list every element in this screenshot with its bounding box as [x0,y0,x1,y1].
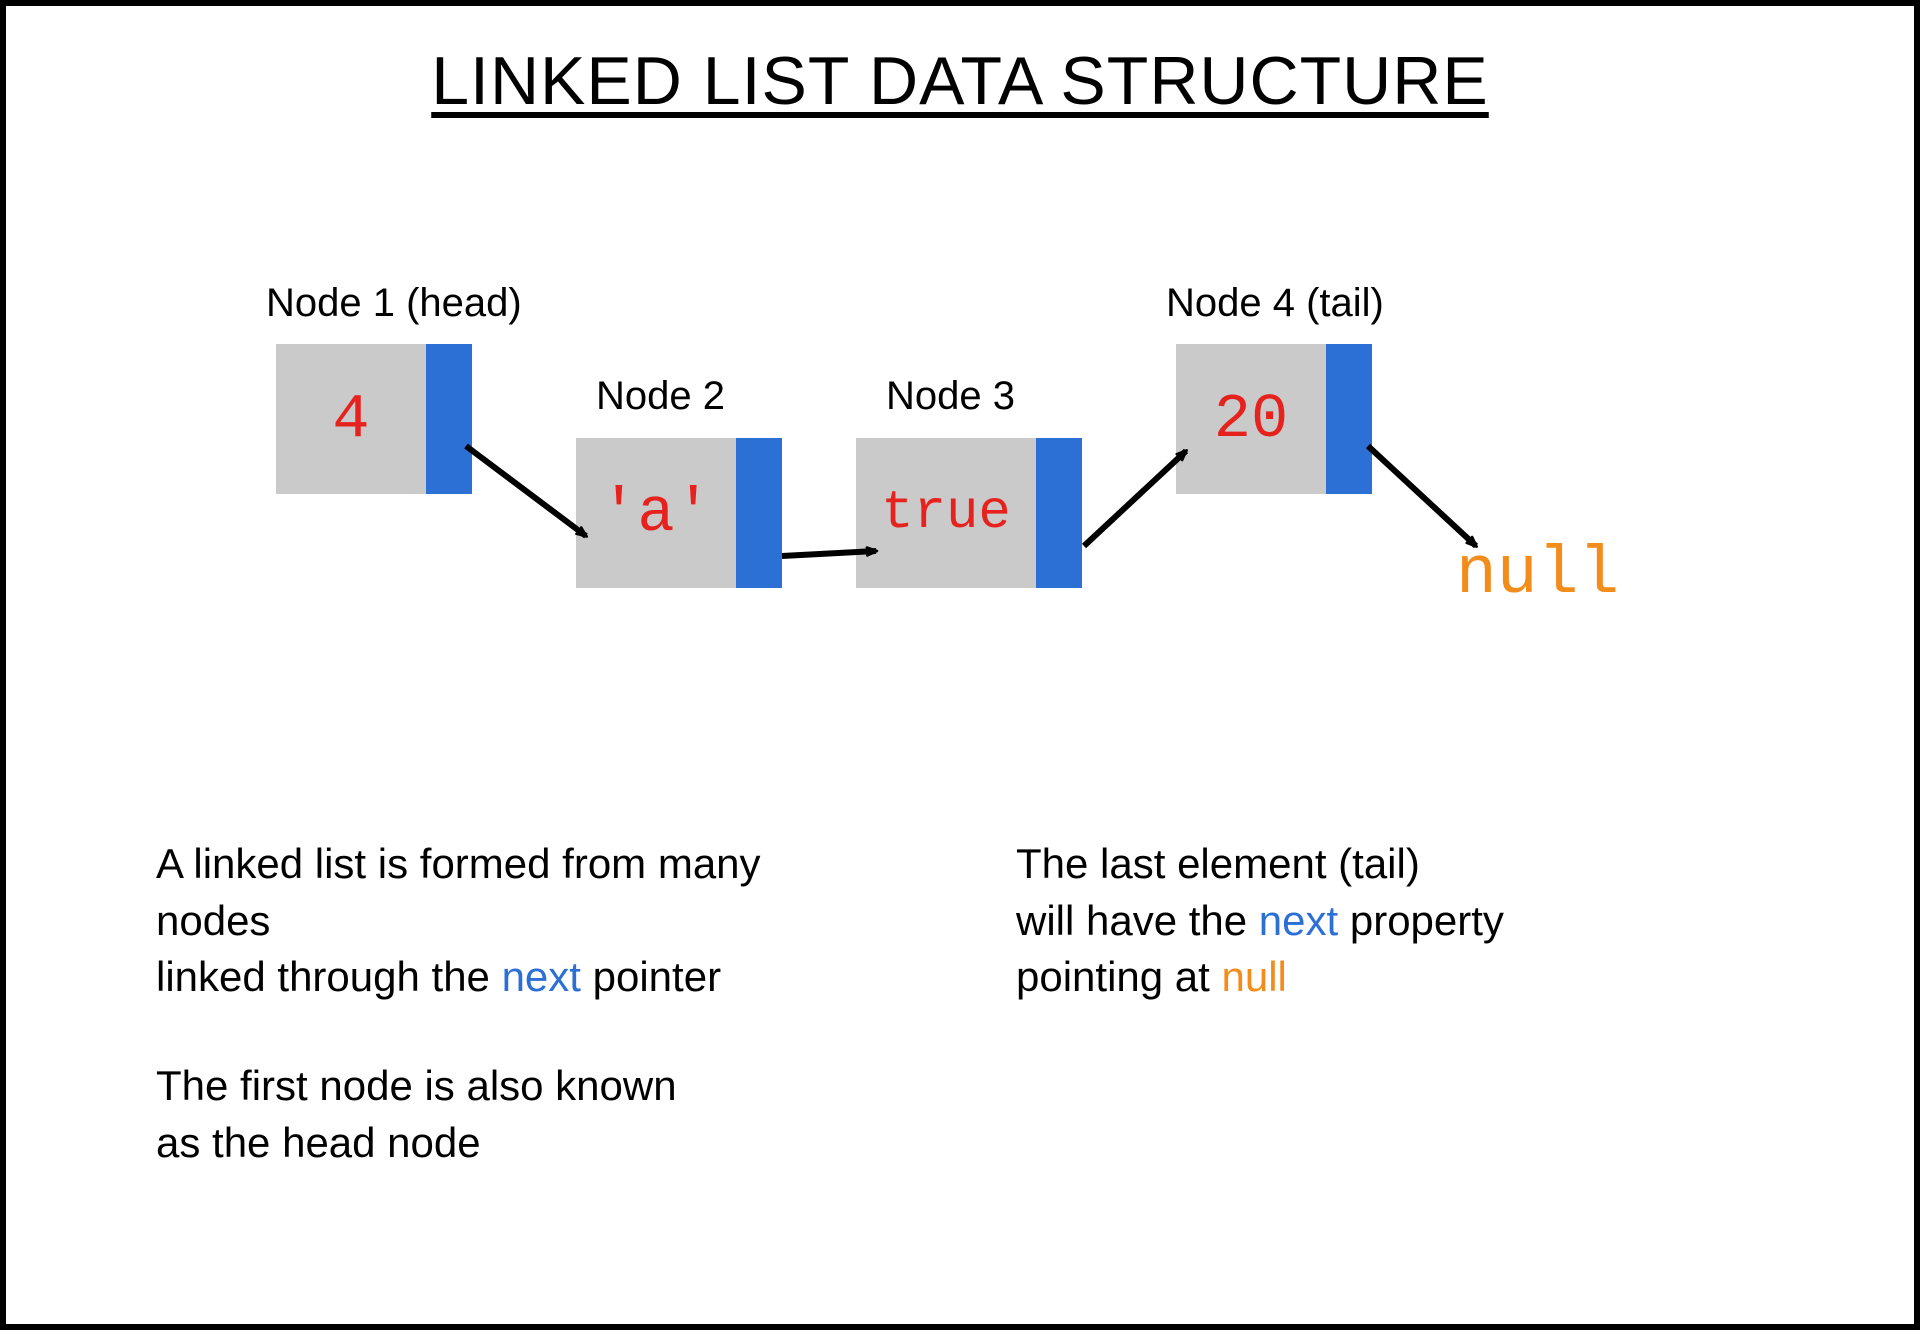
node-3-data: true [856,438,1036,588]
null-terminator: null [1456,536,1619,613]
node-3-pointer [1036,438,1082,588]
node-label-2: Node 2 [596,374,725,419]
desc-right-line1: The last element (tail) [1016,840,1420,887]
node-3: true [856,438,1082,588]
arrow-4-null [1368,446,1476,546]
node-label-3: Node 3 [886,374,1015,419]
keyword-next-right: next [1259,897,1338,944]
diagram-frame: LINKED LIST DATA STRUCTURE Node 1 (head)… [0,0,1920,1330]
desc-right-line2b: property [1338,897,1504,944]
desc-left-line4: as the head node [156,1119,481,1166]
node-4-data: 20 [1176,344,1326,494]
desc-left-line2b: pointer [581,953,721,1000]
desc-left-line1: A linked list is formed from many nodes [156,840,761,944]
node-1-pointer [426,344,472,494]
desc-left-line2a: linked through the [156,953,502,1000]
keyword-next-left: next [502,953,581,1000]
desc-left-line3: The first node is also known [156,1062,677,1109]
keyword-null-right: null [1222,953,1287,1000]
desc-right-line2a: will have the [1016,897,1259,944]
description-right: The last element (tail) will have the ne… [1016,836,1504,1006]
node-4: 20 [1176,344,1372,494]
arrow-3-4 [1084,451,1186,546]
node-2-data: 'a' [576,438,736,588]
desc-right-line3a: pointing at [1016,953,1222,1000]
node-label-4: Node 4 (tail) [1166,281,1384,326]
node-1-data: 4 [276,344,426,494]
diagram-title: LINKED LIST DATA STRUCTURE [6,42,1914,120]
node-2: 'a' [576,438,782,588]
node-1: 4 [276,344,472,494]
description-left: A linked list is formed from many nodes … [156,836,876,1171]
arrow-1-2 [466,446,586,536]
node-label-1: Node 1 (head) [266,281,522,326]
node-4-pointer [1326,344,1372,494]
node-2-pointer [736,438,782,588]
